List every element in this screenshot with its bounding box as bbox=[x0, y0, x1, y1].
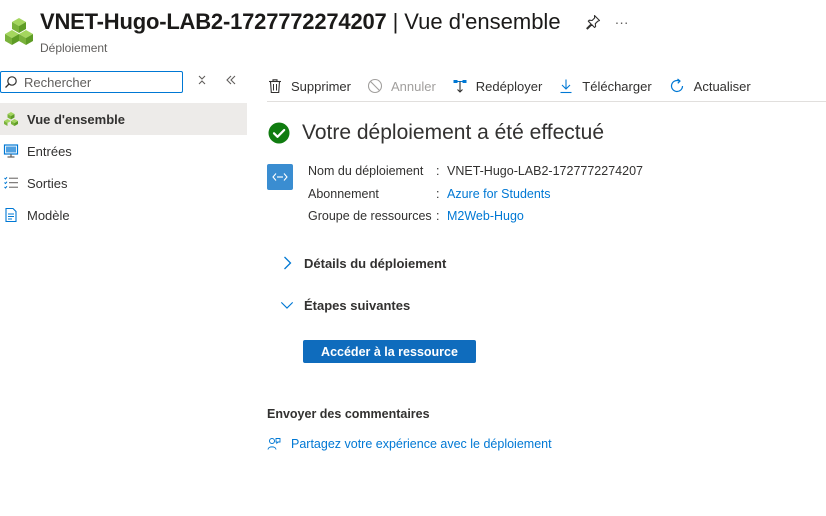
inputs-monitor-icon bbox=[3, 143, 19, 159]
page-section-title: Vue d'ensemble bbox=[404, 9, 561, 34]
search-icon bbox=[5, 76, 17, 88]
outputs-list-icon bbox=[3, 175, 19, 191]
redeploy-button[interactable]: Redéployer bbox=[452, 78, 543, 94]
go-to-resource-button[interactable]: Accéder à la ressource bbox=[303, 340, 476, 363]
detail-label: Groupe de ressources bbox=[308, 209, 432, 224]
download-icon bbox=[560, 79, 572, 94]
status-title: Votre déploiement a été effectué bbox=[302, 121, 604, 144]
chevron-down-icon bbox=[280, 301, 294, 309]
page-header: VNET-Hugo-LAB2-1727772274207 | Vue d'ens… bbox=[0, 0, 826, 62]
trash-icon bbox=[269, 79, 281, 94]
section-label: Détails du déploiement bbox=[304, 255, 447, 271]
cancel-button[interactable]: Annuler bbox=[367, 78, 436, 94]
feedback-heading: Envoyer des commentaires bbox=[267, 407, 430, 421]
delete-label: Supprimer bbox=[291, 78, 351, 94]
section-label: Étapes suivantes bbox=[304, 297, 411, 313]
redeploy-icon bbox=[453, 80, 467, 93]
chevron-right-icon bbox=[284, 256, 292, 270]
redeploy-label: Redéployer bbox=[475, 78, 543, 94]
detail-row-subscription: Abonnement : Azure for Students bbox=[308, 183, 643, 206]
collapse-sidebar-icon[interactable] bbox=[225, 74, 237, 86]
page-title: VNET-Hugo-LAB2-1727772274207 bbox=[40, 9, 387, 34]
feedback-person-icon bbox=[267, 438, 281, 450]
download-label: Télécharger bbox=[582, 78, 652, 94]
search-input[interactable] bbox=[22, 73, 176, 91]
deployment-status: Votre déploiement a été effectué bbox=[268, 121, 604, 145]
detail-row-name: Nom du déploiement : VNET-Hugo-LAB2-1727… bbox=[308, 160, 643, 183]
sidebar-item-label: Entrées bbox=[27, 143, 72, 159]
pin-icon[interactable] bbox=[585, 14, 601, 30]
sidebar-item-template[interactable]: Modèle bbox=[0, 199, 247, 231]
cancel-label: Annuler bbox=[390, 78, 436, 94]
detail-colon: : bbox=[436, 186, 440, 201]
detail-label: Abonnement bbox=[308, 186, 379, 201]
success-check-icon bbox=[268, 122, 290, 144]
feedback-link[interactable]: Partagez votre expérience avec le déploi… bbox=[267, 437, 552, 451]
sidebar-item-label: Vue d'ensemble bbox=[27, 111, 125, 127]
clear-filter-icon[interactable] bbox=[196, 74, 208, 86]
title-separator: | bbox=[392, 9, 399, 34]
detail-colon: : bbox=[436, 164, 440, 179]
refresh-button[interactable]: Actualiser bbox=[668, 77, 751, 95]
sidebar-item-label: Sorties bbox=[27, 175, 68, 191]
sidebar-item-overview[interactable]: Vue d'ensemble bbox=[0, 103, 247, 135]
overview-cubes-icon bbox=[3, 111, 19, 127]
sidebar-nav: Vue d'ensemble Entrées Sorties Modèle bbox=[0, 103, 247, 231]
cancel-icon bbox=[367, 78, 383, 94]
subscription-link[interactable]: Azure for Students bbox=[447, 187, 551, 201]
detail-row-resource-group: Groupe de ressources : M2Web-Hugo bbox=[308, 205, 643, 228]
detail-colon: : bbox=[436, 209, 440, 224]
sidebar-item-inputs[interactable]: Entrées bbox=[0, 135, 247, 167]
sidebar-search[interactable] bbox=[0, 71, 183, 93]
command-bar: Supprimer Annuler Redéployer Télécharger bbox=[267, 71, 826, 102]
deployment-details-toggle[interactable]: Détails du déploiement bbox=[280, 255, 446, 271]
template-document-icon bbox=[3, 207, 19, 223]
sidebar-item-label: Modèle bbox=[27, 207, 70, 223]
refresh-icon bbox=[670, 78, 683, 93]
download-button[interactable]: Télécharger bbox=[558, 78, 652, 94]
deployment-details-list: Nom du déploiement : VNET-Hugo-LAB2-1727… bbox=[308, 160, 643, 228]
resource-group-link[interactable]: M2Web-Hugo bbox=[447, 209, 524, 223]
deployment-name-value: VNET-Hugo-LAB2-1727772274207 bbox=[447, 164, 643, 179]
deployment-resource-icon bbox=[267, 164, 293, 190]
delete-button[interactable]: Supprimer bbox=[267, 78, 351, 94]
refresh-label: Actualiser bbox=[693, 78, 751, 94]
detail-label: Nom du déploiement bbox=[308, 164, 424, 179]
sidebar-item-outputs[interactable]: Sorties bbox=[0, 167, 247, 199]
page-subtitle: Déploiement bbox=[40, 41, 108, 55]
feedback-link-label: Partagez votre expérience avec le déploi… bbox=[291, 437, 552, 451]
next-steps-toggle[interactable]: Étapes suivantes bbox=[280, 297, 410, 313]
deployment-cubes-icon bbox=[5, 18, 33, 45]
more-options-icon[interactable]: ··· bbox=[615, 14, 629, 30]
